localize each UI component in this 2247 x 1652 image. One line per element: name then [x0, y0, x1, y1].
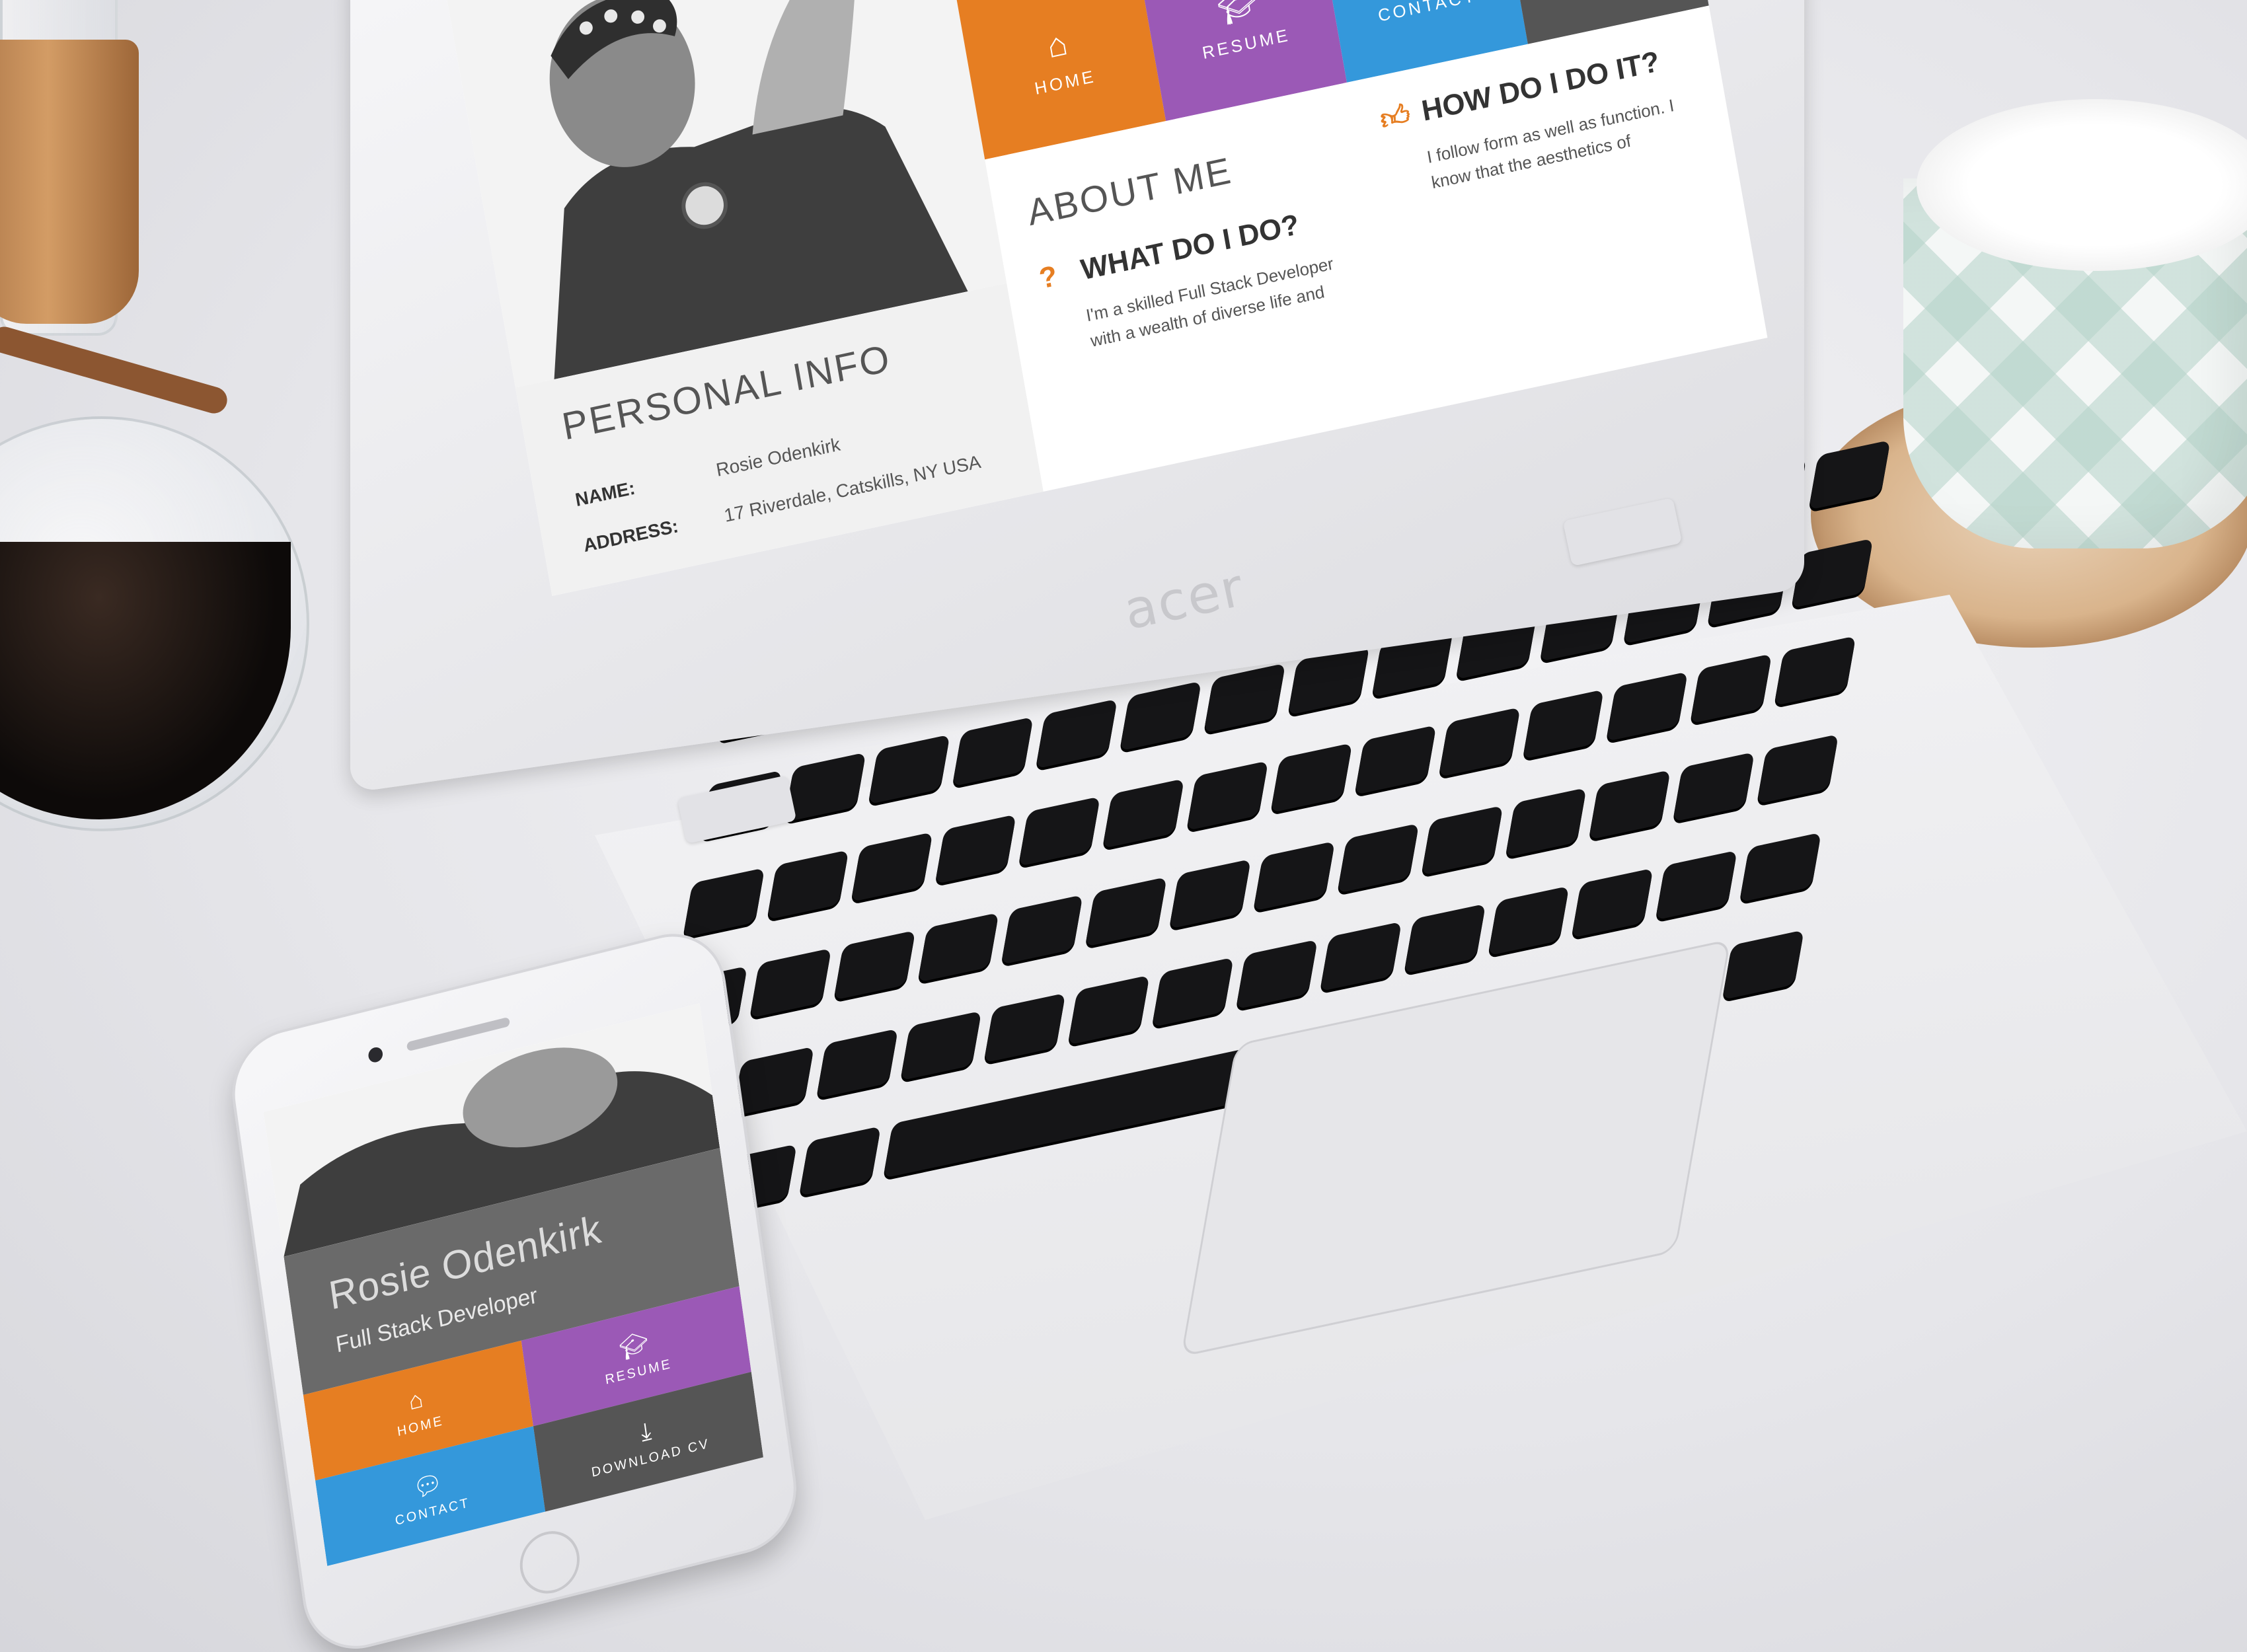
keyboard-key[interactable] [1505, 787, 1587, 858]
keyboard-key[interactable] [1774, 636, 1856, 706]
keyboard-key[interactable] [833, 930, 915, 1000]
keyboard-key[interactable] [1169, 858, 1252, 929]
keyboard-key[interactable] [1235, 939, 1318, 1010]
about-title: ABOUT ME [1024, 149, 1236, 234]
front-camera [367, 1045, 384, 1064]
thumbs-up-icon: 👍︎ [1377, 98, 1413, 137]
keyboard-key[interactable] [1690, 654, 1772, 724]
keyboard-key[interactable] [868, 734, 950, 805]
phone-nav-contact-label: CONTACT [394, 1495, 471, 1529]
keyboard-key[interactable] [1102, 778, 1185, 849]
keyboard-key[interactable] [1319, 921, 1402, 992]
keyboard-key[interactable] [1722, 930, 1804, 1000]
keyboard-key[interactable] [1203, 663, 1286, 733]
keyboard-key[interactable] [1757, 733, 1839, 804]
phone-screen: Rosie Odenkirk Full Stack Developer ⌂ HO… [263, 1003, 764, 1566]
keyboard-key[interactable] [1655, 850, 1738, 920]
home-icon: ⌂ [1044, 23, 1073, 65]
keyboard-key[interactable] [1067, 975, 1150, 1045]
keyboard-key[interactable] [1808, 439, 1891, 510]
keyboard-key[interactable] [1571, 868, 1654, 938]
phone-speaker [406, 1016, 511, 1052]
home-icon: ⌂ [406, 1384, 427, 1415]
keyboard-key[interactable] [1151, 957, 1234, 1028]
keyboard-key[interactable] [1739, 832, 1822, 903]
keyboard-key[interactable] [899, 1010, 982, 1081]
keyboard-key[interactable] [1438, 707, 1521, 778]
question-icon: ? [1036, 259, 1060, 295]
phone-nav-resume-label: RESUME [604, 1357, 673, 1388]
keyboard-key[interactable] [1018, 796, 1101, 867]
keyboard-key[interactable] [1522, 689, 1605, 760]
keyboard-key[interactable] [917, 912, 999, 983]
keyboard-key[interactable] [1403, 903, 1486, 974]
phone-nav-home-label: HOME [396, 1413, 445, 1440]
keyboard-key[interactable] [1036, 698, 1118, 769]
keyboard-key[interactable] [683, 868, 765, 938]
nav-contact-label: CONTACT [1376, 0, 1478, 26]
keyboard-key[interactable] [1001, 894, 1084, 965]
keyboard-key[interactable] [749, 948, 831, 1018]
keyboard-key[interactable] [1337, 823, 1420, 893]
name-value: Rosie Odenkirk [714, 433, 842, 480]
keyboard-key[interactable] [1487, 885, 1570, 956]
graduation-cap-icon: 🎓︎ [1214, 0, 1265, 28]
keyboard-key[interactable] [1421, 805, 1504, 876]
keyboard-key[interactable] [952, 716, 1034, 787]
download-icon: ⤓ [638, 1415, 655, 1446]
chat-bubble-icon: 💬︎ [411, 1468, 447, 1503]
coffee-mug [1903, 99, 2247, 575]
nav-resume-label: RESUME [1200, 24, 1292, 63]
keyboard-key[interactable] [934, 814, 1017, 885]
nav-home-label: HOME [1033, 65, 1098, 98]
keyboard-key[interactable] [732, 1046, 814, 1117]
name-label: NAME: [574, 477, 637, 511]
keyboard-key[interactable] [816, 1028, 898, 1099]
graduation-cap-icon: 🎓︎ [617, 1328, 652, 1363]
keyboard-key[interactable] [784, 752, 866, 823]
smartphone: Rosie Odenkirk Full Stack Developer ⌂ HO… [225, 921, 804, 1652]
keyboard-key[interactable] [1270, 743, 1353, 813]
keyboard-key[interactable] [798, 1126, 881, 1197]
keyboard-key[interactable] [851, 832, 933, 903]
desk-scene: acer Rosie Odenkirk Full Stack Developer [0, 0, 2247, 1652]
keyboard-key[interactable] [983, 993, 1066, 1063]
keyboard-key[interactable] [1589, 769, 1671, 840]
keyboard-key[interactable] [1085, 876, 1168, 947]
keyboard-key[interactable] [1673, 751, 1755, 822]
keyboard-key[interactable] [1253, 841, 1336, 911]
keyboard-key[interactable] [767, 850, 849, 920]
keyboard-key[interactable] [1606, 671, 1689, 742]
address-label: ADDRESS: [582, 515, 680, 556]
phone-home-button[interactable] [515, 1524, 584, 1600]
keyboard-key[interactable] [1120, 681, 1202, 751]
coffee-carafe [0, 0, 357, 885]
keyboard-key[interactable] [1354, 725, 1437, 796]
keyboard-key[interactable] [1186, 761, 1269, 831]
